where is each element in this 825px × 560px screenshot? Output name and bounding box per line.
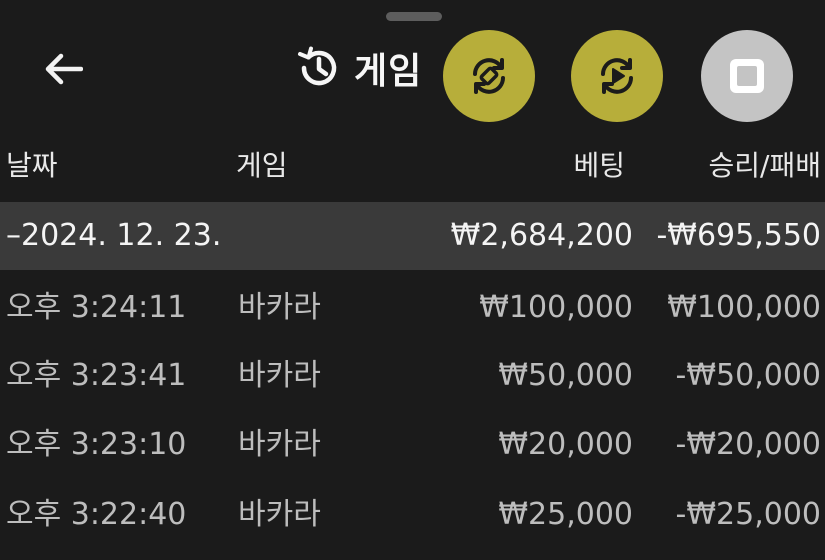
row-result: -₩25,000	[675, 497, 821, 532]
table-row[interactable]: 오후 3:23:10 바카라 ₩20,000 -₩20,000	[0, 413, 825, 481]
date-group-row[interactable]: –2024. 12. 23. ₩2,684,200 -₩695,550	[0, 202, 825, 270]
group-date: –2024. 12. 23.	[6, 218, 222, 253]
row-time: 오후 3:23:10	[6, 427, 187, 462]
stop-icon	[730, 59, 764, 93]
row-game: 바카라	[238, 497, 321, 532]
auto-play-button[interactable]	[571, 30, 663, 122]
row-game: 바카라	[238, 427, 321, 462]
row-bet: ₩50,000	[498, 358, 633, 393]
history-icon	[298, 46, 337, 86]
column-header-game[interactable]: 게임	[236, 146, 288, 186]
back-button[interactable]	[40, 46, 86, 92]
group-bet-total: ₩2,684,200	[450, 218, 633, 253]
row-result: -₩50,000	[675, 358, 821, 393]
table-row[interactable]: 오후 3:24:11 바카라 ₩100,000 ₩100,000	[0, 276, 825, 344]
column-header-date[interactable]: 날짜	[6, 146, 58, 186]
row-bet: ₩100,000	[479, 290, 633, 325]
stop-button[interactable]	[701, 30, 793, 122]
row-result: -₩20,000	[675, 427, 821, 462]
row-time: 오후 3:22:40	[6, 497, 187, 532]
row-time: 오후 3:23:41	[6, 358, 187, 393]
auto-swap-button[interactable]	[443, 30, 535, 122]
header-title-group: 게임	[296, 44, 422, 92]
row-time: 오후 3:24:11	[6, 290, 187, 325]
page-title: 게임	[354, 51, 423, 92]
table-row[interactable]: 오후 3:23:41 바카라 ₩50,000 -₩50,000	[0, 344, 825, 412]
group-result-total: -₩695,550	[656, 218, 821, 253]
table-row[interactable]: 오후 3:22:40 바카라 ₩25,000 -₩25,000	[0, 483, 825, 551]
column-header-bet[interactable]: 베팅	[573, 146, 625, 186]
column-header-result[interactable]: 승리/패배	[709, 146, 821, 186]
sheet-drag-handle[interactable]	[386, 12, 442, 21]
row-game: 바카라	[238, 358, 321, 393]
row-bet: ₩20,000	[498, 427, 633, 462]
row-game: 바카라	[238, 290, 321, 325]
row-result: ₩100,000	[667, 290, 821, 325]
row-bet: ₩25,000	[498, 497, 633, 532]
refresh-play-icon	[601, 58, 633, 94]
refresh-diamond-icon	[473, 58, 505, 94]
arrow-left-icon	[45, 53, 83, 85]
